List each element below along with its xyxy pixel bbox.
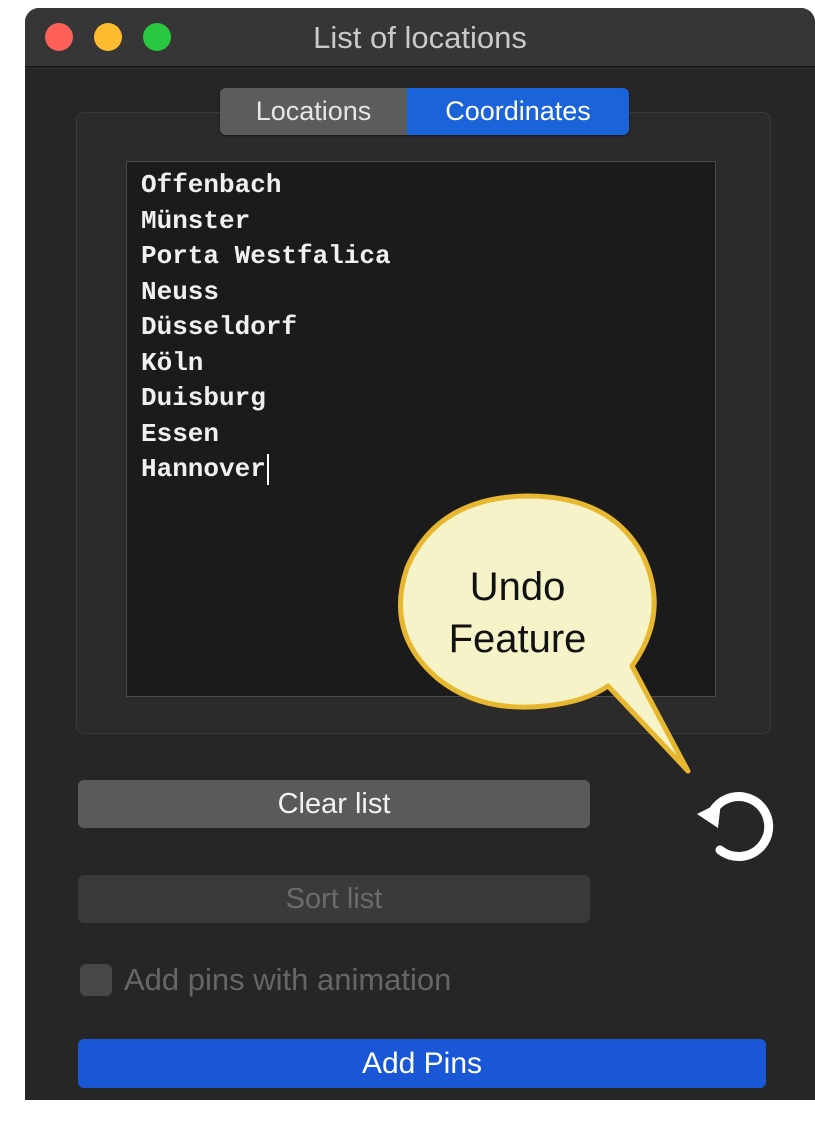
animation-option: Add pins with animation xyxy=(80,960,451,1000)
location-line-text: Hannover xyxy=(141,454,266,484)
location-line: Essen xyxy=(141,418,220,449)
tab-coordinates[interactable]: Coordinates xyxy=(407,88,629,135)
window-title: List of locations xyxy=(313,20,527,55)
callout-line-1: Undo xyxy=(469,565,566,609)
window: List of locations Locations Coordinates … xyxy=(25,8,815,1100)
location-line: Neuss xyxy=(141,276,220,307)
title-bar: List of locations xyxy=(25,8,815,67)
location-line: Offenbach xyxy=(141,170,282,200)
callout-line-2: Feature xyxy=(448,617,587,661)
location-line: Porta Westfalica xyxy=(141,241,391,271)
location-line: Düsseldorf xyxy=(141,312,298,342)
tab-control: Locations Coordinates xyxy=(220,88,629,135)
animation-checkbox-label: Add pins with animation xyxy=(124,962,452,997)
location-line: Köln xyxy=(141,347,204,378)
undo-icon[interactable] xyxy=(685,778,775,868)
location-line: Münster xyxy=(141,205,251,236)
text-caret xyxy=(266,453,269,485)
add-pins-button[interactable]: Add Pins xyxy=(78,1039,766,1088)
sort-list-button[interactable]: Sort list xyxy=(78,875,590,923)
clear-list-button[interactable]: Clear list xyxy=(78,780,590,828)
callout-text: Undo Feature xyxy=(405,561,630,665)
tab-locations[interactable]: Locations xyxy=(220,88,407,135)
location-line-last: Hannover xyxy=(141,452,701,488)
animation-checkbox[interactable] xyxy=(80,964,112,996)
location-line: Duisburg xyxy=(141,383,266,413)
